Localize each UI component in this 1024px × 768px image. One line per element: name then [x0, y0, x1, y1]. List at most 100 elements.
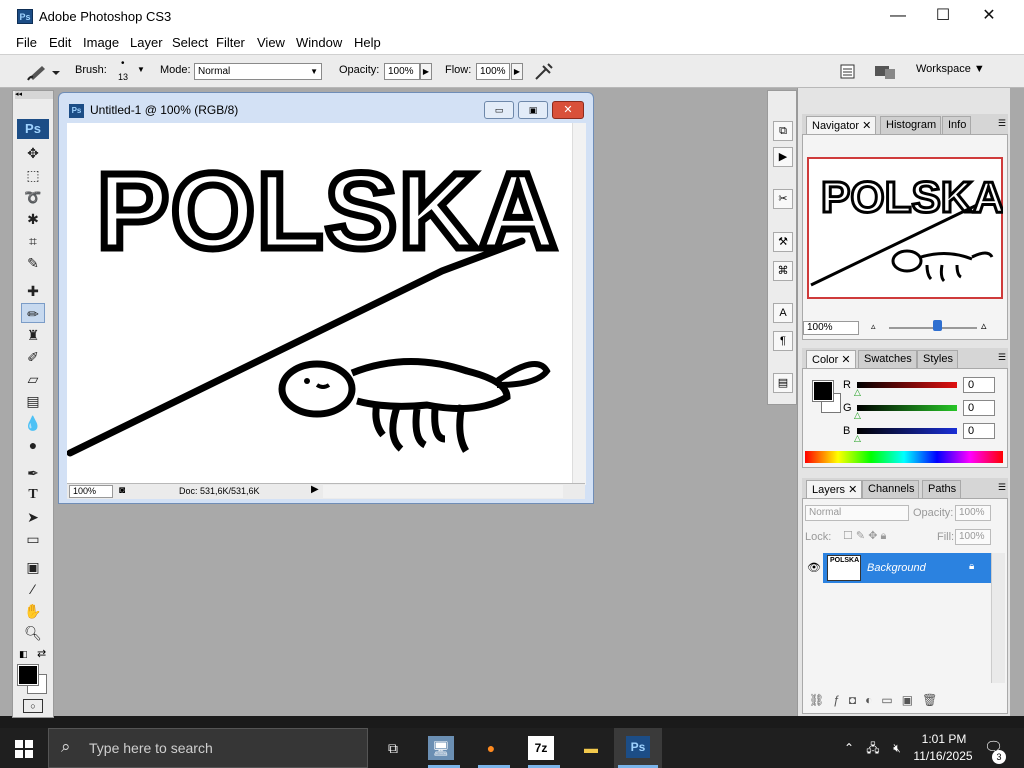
eraser-tool-icon[interactable]: ▱ — [21, 369, 45, 389]
mode-select[interactable]: Normal ▼ — [194, 63, 322, 80]
status-info-icon[interactable]: ◙ — [119, 485, 125, 496]
network-icon[interactable]: 🖧︎ — [860, 736, 886, 760]
firefox-icon[interactable]: ● — [478, 736, 504, 760]
layer-opacity-field[interactable]: 100% — [955, 505, 991, 521]
brushes-panel-icon[interactable]: ⚒ — [773, 232, 793, 252]
minimize-button[interactable]: — — [875, 0, 921, 32]
channel-r-slider[interactable] — [857, 382, 957, 388]
eyedropper-tool-icon[interactable]: ⁄ — [21, 579, 45, 599]
color-panel-menu-icon[interactable]: ☰ — [998, 352, 1006, 363]
chevron-up-icon[interactable]: ⌃ — [836, 736, 862, 760]
lasso-tool-icon[interactable]: ➰ — [21, 187, 45, 207]
notes-tool-icon[interactable]: ▣ — [21, 557, 45, 577]
flow-slider-button[interactable]: ▶ — [511, 63, 523, 80]
opacity-field[interactable]: 100% — [384, 63, 420, 80]
lock-icons[interactable]: ☐ ✎ ✥ 🔒︎ — [843, 529, 886, 543]
color-fg-swatch[interactable] — [812, 380, 834, 402]
workspace-menu[interactable]: Workspace ▼ — [916, 63, 985, 75]
navigator-preview[interactable]: POLSKA — [807, 157, 1003, 299]
doc-close-button[interactable]: ✕ — [552, 101, 584, 119]
navigator-zoom-thumb[interactable] — [933, 320, 942, 331]
tab-layers[interactable]: Layers ✕ — [806, 480, 863, 498]
tab-swatches[interactable]: Swatches — [858, 350, 917, 368]
quick-mask-icon[interactable]: ○ — [23, 699, 43, 713]
brush-preset-picker[interactable] — [24, 61, 62, 83]
brush-tool-icon[interactable]: ✏ — [21, 303, 45, 323]
clone-source-icon[interactable]: ⌘ — [773, 261, 793, 281]
channel-r-value[interactable]: 0 — [963, 377, 995, 393]
menu-edit[interactable]: Edit — [49, 35, 71, 50]
character-panel-icon[interactable]: A — [773, 303, 793, 323]
swap-colors-icon[interactable]: ⇄ — [37, 647, 46, 660]
shape-tool-icon[interactable]: ▭ — [21, 529, 45, 549]
layers-panel-menu-icon[interactable]: ☰ — [998, 482, 1006, 493]
menu-view[interactable]: View — [257, 35, 285, 50]
crop-tool-icon[interactable]: ⌗ — [21, 231, 45, 251]
fill-field[interactable]: 100% — [955, 529, 991, 545]
maximize-button[interactable]: ☐ — [920, 0, 966, 32]
history-brush-tool-icon[interactable]: ✐ — [21, 347, 45, 367]
airbrush-icon[interactable] — [533, 61, 555, 83]
taskbar-search-box[interactable]: ⌕ Type here to search — [48, 728, 368, 768]
menu-filter[interactable]: Filter — [216, 35, 245, 50]
move-tool-icon[interactable]: ✥ — [21, 143, 45, 163]
menu-image[interactable]: Image — [83, 35, 119, 50]
brush-dropdown-icon[interactable]: ▼ — [137, 65, 145, 74]
tab-color[interactable]: Color ✕ — [806, 350, 856, 368]
panel-menu-icon[interactable]: ☰ — [998, 118, 1006, 129]
path-selection-tool-icon[interactable]: ➤ — [21, 507, 45, 527]
color-spectrum-ramp[interactable] — [805, 451, 1003, 463]
channel-b-slider[interactable] — [857, 428, 957, 434]
foreground-color-swatch[interactable] — [17, 664, 39, 686]
tab-histogram[interactable]: Histogram — [880, 116, 942, 134]
zoom-tool-icon[interactable]: 🔍︎ — [21, 623, 45, 643]
clone-stamp-tool-icon[interactable]: ♜ — [21, 325, 45, 345]
windows-start-icon[interactable] — [15, 740, 33, 758]
layer-comps-icon[interactable]: ▤ — [773, 373, 793, 393]
gradient-tool-icon[interactable]: ▤ — [21, 391, 45, 411]
task-view-icon[interactable]: ⧉ — [380, 736, 406, 760]
menu-window[interactable]: Window — [296, 35, 342, 50]
7zip-icon[interactable]: 7z — [528, 736, 554, 760]
doc-maximize-button[interactable]: ▣ — [518, 101, 548, 119]
tab-navigator[interactable]: Navigator ✕ — [806, 116, 877, 134]
status-menu-arrow[interactable]: ▶ — [311, 484, 319, 495]
channel-r-thumb-icon[interactable]: △ — [854, 387, 861, 398]
pen-tool-icon[interactable]: ✒ — [21, 463, 45, 483]
channel-b-thumb-icon[interactable]: △ — [854, 433, 861, 444]
flow-field[interactable]: 100% — [476, 63, 510, 80]
menu-file[interactable]: File — [16, 35, 37, 50]
paragraph-panel-icon[interactable]: ¶ — [773, 331, 793, 351]
layer-row-background[interactable]: 👁︎ POLSKA Background 🔒︎ — [805, 553, 991, 583]
type-tool-icon[interactable]: T — [21, 485, 45, 505]
opacity-slider-button[interactable]: ▶ — [420, 63, 432, 80]
magic-wand-tool-icon[interactable]: ✱ — [21, 209, 45, 229]
tab-styles[interactable]: Styles — [917, 350, 958, 368]
channel-g-thumb-icon[interactable]: △ — [854, 410, 861, 421]
clock-time[interactable]: 1:01 PM — [914, 732, 974, 746]
close-button[interactable]: ✕ — [966, 0, 1012, 32]
vertical-scrollbar[interactable] — [572, 123, 586, 485]
zoom-out-icon[interactable]: ▵ — [871, 321, 876, 332]
mycomputer-app-icon[interactable]: 🖥︎ — [428, 736, 454, 760]
palette-well-icon[interactable] — [839, 63, 857, 81]
layers-scrollbar[interactable] — [991, 553, 1005, 683]
volume-muted-icon[interactable]: 🔇︎ — [884, 736, 910, 760]
marquee-tool-icon[interactable]: ⬚ — [21, 165, 45, 185]
bridge-icon[interactable] — [873, 61, 897, 81]
layers-footer-icons[interactable]: ⛓ƒ◘◐▭▣🗑︎ — [803, 693, 1007, 711]
menu-layer[interactable]: Layer — [130, 35, 163, 50]
photoshop-taskbar-button[interactable]: Ps — [614, 728, 662, 768]
layer-name[interactable]: Background — [867, 562, 926, 574]
history-panel-icon[interactable]: ⧉ — [773, 121, 793, 141]
horizontal-scrollbar[interactable] — [323, 485, 563, 498]
blend-mode-select[interactable]: Normal — [805, 505, 909, 521]
channel-g-slider[interactable] — [857, 405, 957, 411]
tab-paths[interactable]: Paths — [922, 480, 962, 498]
navigator-zoom-field[interactable]: 100% — [803, 321, 859, 335]
tab-channels[interactable]: Channels — [862, 480, 920, 498]
hand-tool-icon[interactable]: ✋ — [21, 601, 45, 621]
zoom-in-icon[interactable]: ▵ — [981, 319, 987, 332]
doc-minimize-button[interactable]: ▭ — [484, 101, 514, 119]
tools-collapse-icon[interactable]: ◂◂ — [15, 91, 53, 99]
